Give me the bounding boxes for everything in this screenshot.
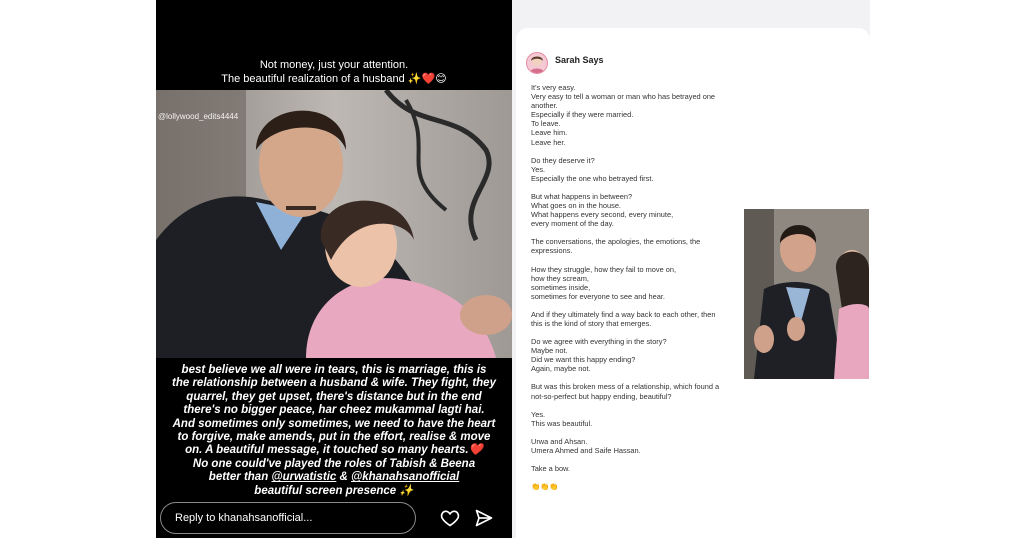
credit-joiner: &: [339, 471, 348, 484]
post-text-line: But was this broken mess of a relationsh…: [531, 382, 720, 392]
post-text-line: But what happens in between?: [531, 191, 633, 201]
caption-line-2: The beautiful realization of a husband ✨…: [221, 73, 447, 85]
post-text-line: Very easy to tell a woman or man who has…: [531, 92, 716, 102]
post-text-line: this is the kind of story that emerges.: [531, 318, 652, 328]
story-text: best believe we all were in tears, this …: [172, 364, 496, 498]
post-text-line: Urwa and Ahsan.: [531, 436, 588, 446]
post-text-line: not-so-perfect but happy ending, beautif…: [531, 391, 672, 401]
caption-line-1: Not money, just your attention.: [259, 59, 409, 71]
mention-khanahsanofficial[interactable]: @khanahsanofficial: [351, 471, 459, 483]
post-text-line: Do they deserve it?: [531, 155, 595, 165]
post-text-line: Again, maybe not.: [531, 364, 591, 374]
post-text-line: To leave.: [531, 119, 561, 129]
post-text-line: Leave her.: [531, 137, 566, 147]
story-paragraph: No one could've played the roles of Tabi…: [192, 457, 476, 470]
post-text-line: another.: [531, 101, 558, 111]
post-body: It's very easy. Very easy to tell a woman…: [531, 83, 741, 491]
post-text-line: 👏👏👏: [531, 482, 559, 492]
post-text-line: sometimes inside,: [531, 282, 591, 292]
post-text-line: Leave him.: [531, 128, 568, 138]
post-text-line: What goes on in the house.: [531, 201, 621, 211]
post-text-line: every moment of the day.: [531, 219, 614, 229]
post-text-line: Umera Ahmed and Saife Hassan.: [531, 445, 641, 455]
post-photo: [744, 209, 869, 379]
post-text-line: Take a bow.: [531, 464, 571, 473]
post-text-line: This was beautiful.: [531, 418, 593, 428]
post-text-line: Yes.: [531, 409, 546, 419]
avatar[interactable]: [526, 52, 548, 74]
credit-suffix: beautiful screen presence ✨: [254, 484, 414, 497]
post-text-line: Especially the one who betrayed first.: [531, 173, 654, 183]
post-text-line: And if they ultimately find a way back t…: [531, 309, 716, 319]
send-icon[interactable]: [474, 508, 494, 528]
post-text-line: how they scream,: [531, 273, 589, 283]
post-text-line: expressions.: [531, 246, 573, 256]
heart-icon[interactable]: [440, 508, 460, 528]
post-text-line: Maybe not.: [531, 346, 568, 356]
story-caption: Not money, just your attention. The beau…: [156, 58, 512, 86]
story-paragraph: And sometimes only sometimes, we need to…: [172, 417, 496, 457]
post-text-line: Especially if they were married.: [531, 110, 634, 120]
post-text-line: What happens every second, every minute,: [531, 210, 674, 220]
post-text-line: The conversations, the apologies, the em…: [531, 237, 701, 247]
post-text-line: How they struggle, how they fail to move…: [531, 264, 677, 274]
story-panel: Not money, just your attention. The beau…: [156, 0, 512, 538]
mention-urwatistic[interactable]: @urwatistic: [271, 471, 336, 483]
reply-input[interactable]: Reply to khanahsanofficial...: [160, 502, 416, 534]
post-text-line: Do we agree with everything in the story…: [531, 337, 667, 347]
post-text-line: Did we want this happy ending?: [531, 355, 636, 365]
author-name[interactable]: Sarah Says: [555, 55, 604, 65]
story-paragraph: best believe we all were in tears, this …: [172, 364, 496, 417]
post-text-line: Yes.: [531, 164, 546, 174]
credit-prefix: better than: [208, 471, 269, 484]
story-credit-line: better than @urwatistic & @khanahsanoffi…: [172, 471, 496, 498]
post-text-line: sometimes for everyone to see and hear.: [531, 291, 665, 301]
watermark: @lollywood_edits4444: [158, 112, 239, 121]
post-text-line: It's very easy.: [531, 83, 576, 92]
story-photo: [156, 90, 512, 358]
